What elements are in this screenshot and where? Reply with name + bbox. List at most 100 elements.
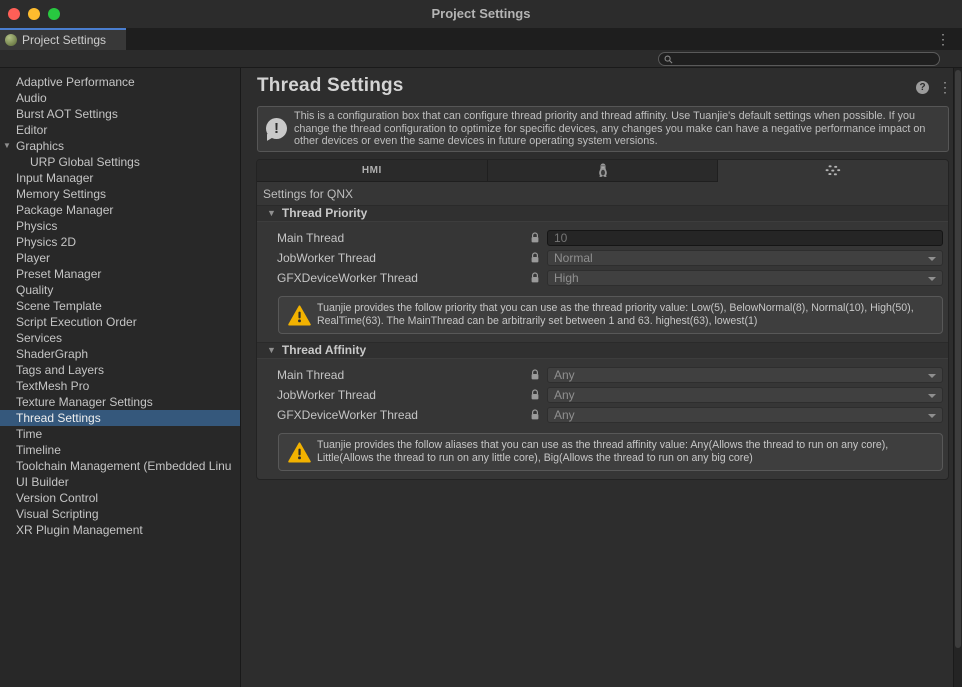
jobworker-priority-dropdown[interactable]: Normal <box>547 250 943 266</box>
affinity-warning-box: Tuanjie provides the follow aliases that… <box>278 433 943 471</box>
sidebar-item-preset-manager[interactable]: Preset Manager <box>0 266 240 282</box>
main-panel: Thread Settings ? ⋮ ! This is a configur… <box>241 68 962 687</box>
foldout-icon[interactable]: ▼ <box>267 208 276 218</box>
setting-row-main-thread-affinity: Main Thread Any <box>257 365 943 385</box>
sidebar-item-graphics[interactable]: ▼Graphics <box>0 138 240 154</box>
sidebar-item-memory-settings[interactable]: Memory Settings <box>0 186 240 202</box>
toolbar-row <box>0 50 962 68</box>
setting-row-gfxdeviceworker-priority: GFXDeviceWorker Thread High <box>257 268 943 288</box>
info-bubble-icon: ! <box>266 118 287 139</box>
tab-label: Project Settings <box>22 33 106 47</box>
chevron-down-icon <box>928 257 936 261</box>
jobworker-affinity-dropdown[interactable]: Any <box>547 387 943 403</box>
tab-project-settings[interactable]: Project Settings <box>0 28 126 50</box>
platform-tab-embedded-linux[interactable] <box>488 160 719 182</box>
sidebar-item-physics-2d[interactable]: Physics 2D <box>0 234 240 250</box>
vertical-scrollbar[interactable] <box>953 68 962 687</box>
search-icon <box>664 55 673 64</box>
info-box: ! This is a configuration box that can c… <box>257 106 949 152</box>
chevron-down-icon <box>928 277 936 281</box>
lock-icon[interactable] <box>527 232 543 244</box>
sidebar-item-scene-template[interactable]: Scene Template <box>0 298 240 314</box>
warning-text: Tuanjie provides the follow aliases that… <box>317 439 934 465</box>
sidebar-item-burst-aot[interactable]: Burst AOT Settings <box>0 106 240 122</box>
gfxdeviceworker-affinity-dropdown[interactable]: Any <box>547 407 943 423</box>
chevron-down-icon <box>928 394 936 398</box>
kebab-menu-icon[interactable]: ⋮ <box>938 80 952 94</box>
sidebar-item-package-manager[interactable]: Package Manager <box>0 202 240 218</box>
lock-icon[interactable] <box>527 409 543 421</box>
platform-tab-hmi[interactable]: HMI <box>257 160 488 182</box>
setting-row-gfxdeviceworker-affinity: GFXDeviceWorker Thread Any <box>257 405 943 425</box>
search-box[interactable] <box>658 52 940 66</box>
sidebar-item-input-manager[interactable]: Input Manager <box>0 170 240 186</box>
sidebar-item-physics[interactable]: Physics <box>0 218 240 234</box>
platform-tab-qnx[interactable] <box>718 160 948 182</box>
priority-warning-box: Tuanjie provides the follow priority tha… <box>278 296 943 334</box>
settings-sidebar[interactable]: Adaptive Performance Audio Burst AOT Set… <box>0 68 241 687</box>
sidebar-item-player[interactable]: Player <box>0 250 240 266</box>
section-header-thread-priority[interactable]: ▼ Thread Priority <box>257 205 948 222</box>
setting-label: Main Thread <box>277 231 527 245</box>
scrollbar-thumb[interactable] <box>955 70 961 648</box>
setting-label: GFXDeviceWorker Thread <box>277 271 527 285</box>
chevron-down-icon <box>928 414 936 418</box>
setting-label: JobWorker Thread <box>277 388 527 402</box>
sidebar-item-script-execution-order[interactable]: Script Execution Order <box>0 314 240 330</box>
setting-row-jobworker-priority: JobWorker Thread Normal <box>257 248 943 268</box>
platform-settings-group: HMI <box>256 159 949 480</box>
sidebar-item-textmesh-pro[interactable]: TextMesh Pro <box>0 378 240 394</box>
foldout-icon[interactable]: ▼ <box>3 138 11 154</box>
sidebar-item-urp-global-settings[interactable]: URP Global Settings <box>0 154 240 170</box>
help-icon[interactable]: ? <box>916 81 929 94</box>
kebab-menu-icon[interactable]: ⋮ <box>936 32 950 46</box>
warning-text: Tuanjie provides the follow priority tha… <box>317 302 934 328</box>
warning-triangle-icon <box>288 305 311 331</box>
search-input[interactable] <box>677 54 927 65</box>
project-settings-icon <box>5 34 17 46</box>
main-thread-affinity-dropdown[interactable]: Any <box>547 367 943 383</box>
sidebar-item-adaptive-performance[interactable]: Adaptive Performance <box>0 74 240 90</box>
chevron-down-icon <box>928 374 936 378</box>
setting-row-main-thread-priority: Main Thread <box>257 228 943 248</box>
sidebar-item-version-control[interactable]: Version Control <box>0 490 240 506</box>
sidebar-item-services[interactable]: Services <box>0 330 240 346</box>
warning-triangle-icon <box>288 442 311 468</box>
linux-penguin-icon <box>597 163 609 177</box>
titlebar: Project Settings <box>0 0 962 28</box>
sidebar-item-timeline[interactable]: Timeline <box>0 442 240 458</box>
sidebar-item-texture-manager-settings[interactable]: Texture Manager Settings <box>0 394 240 410</box>
setting-label: JobWorker Thread <box>277 251 527 265</box>
qnx-dots-icon <box>825 165 841 176</box>
sidebar-item-toolchain-management[interactable]: Toolchain Management (Embedded Linu <box>0 458 240 474</box>
setting-label: GFXDeviceWorker Thread <box>277 408 527 422</box>
sidebar-item-visual-scripting[interactable]: Visual Scripting <box>0 506 240 522</box>
project-settings-window: Project Settings Project Settings ⋮ Adap… <box>0 0 962 687</box>
sidebar-item-audio[interactable]: Audio <box>0 90 240 106</box>
setting-row-jobworker-affinity: JobWorker Thread Any <box>257 385 943 405</box>
page-title: Thread Settings <box>257 75 946 97</box>
main-thread-priority-input[interactable] <box>547 230 943 246</box>
lock-icon[interactable] <box>527 252 543 264</box>
platform-tab-bar: HMI <box>257 160 948 182</box>
section-header-thread-affinity[interactable]: ▼ Thread Affinity <box>257 342 948 359</box>
lock-icon[interactable] <box>527 369 543 381</box>
main-header: Thread Settings ? ⋮ <box>241 68 962 97</box>
sidebar-item-thread-settings[interactable]: Thread Settings <box>0 410 240 426</box>
gfxdeviceworker-priority-dropdown[interactable]: High <box>547 270 943 286</box>
lock-icon[interactable] <box>527 272 543 284</box>
info-text: This is a configuration box that can con… <box>294 110 940 148</box>
setting-label: Main Thread <box>277 368 527 382</box>
sidebar-item-xr-plugin-management[interactable]: XR Plugin Management <box>0 522 240 538</box>
sidebar-item-quality[interactable]: Quality <box>0 282 240 298</box>
sidebar-item-tags-and-layers[interactable]: Tags and Layers <box>0 362 240 378</box>
sidebar-item-time[interactable]: Time <box>0 426 240 442</box>
sidebar-item-editor[interactable]: Editor <box>0 122 240 138</box>
foldout-icon[interactable]: ▼ <box>267 345 276 355</box>
sidebar-item-ui-builder[interactable]: UI Builder <box>0 474 240 490</box>
window-title: Project Settings <box>0 6 962 21</box>
lock-icon[interactable] <box>527 389 543 401</box>
tab-strip: Project Settings ⋮ <box>0 28 962 50</box>
sidebar-item-shadergraph[interactable]: ShaderGraph <box>0 346 240 362</box>
settings-for-label: Settings for QNX <box>257 182 948 205</box>
